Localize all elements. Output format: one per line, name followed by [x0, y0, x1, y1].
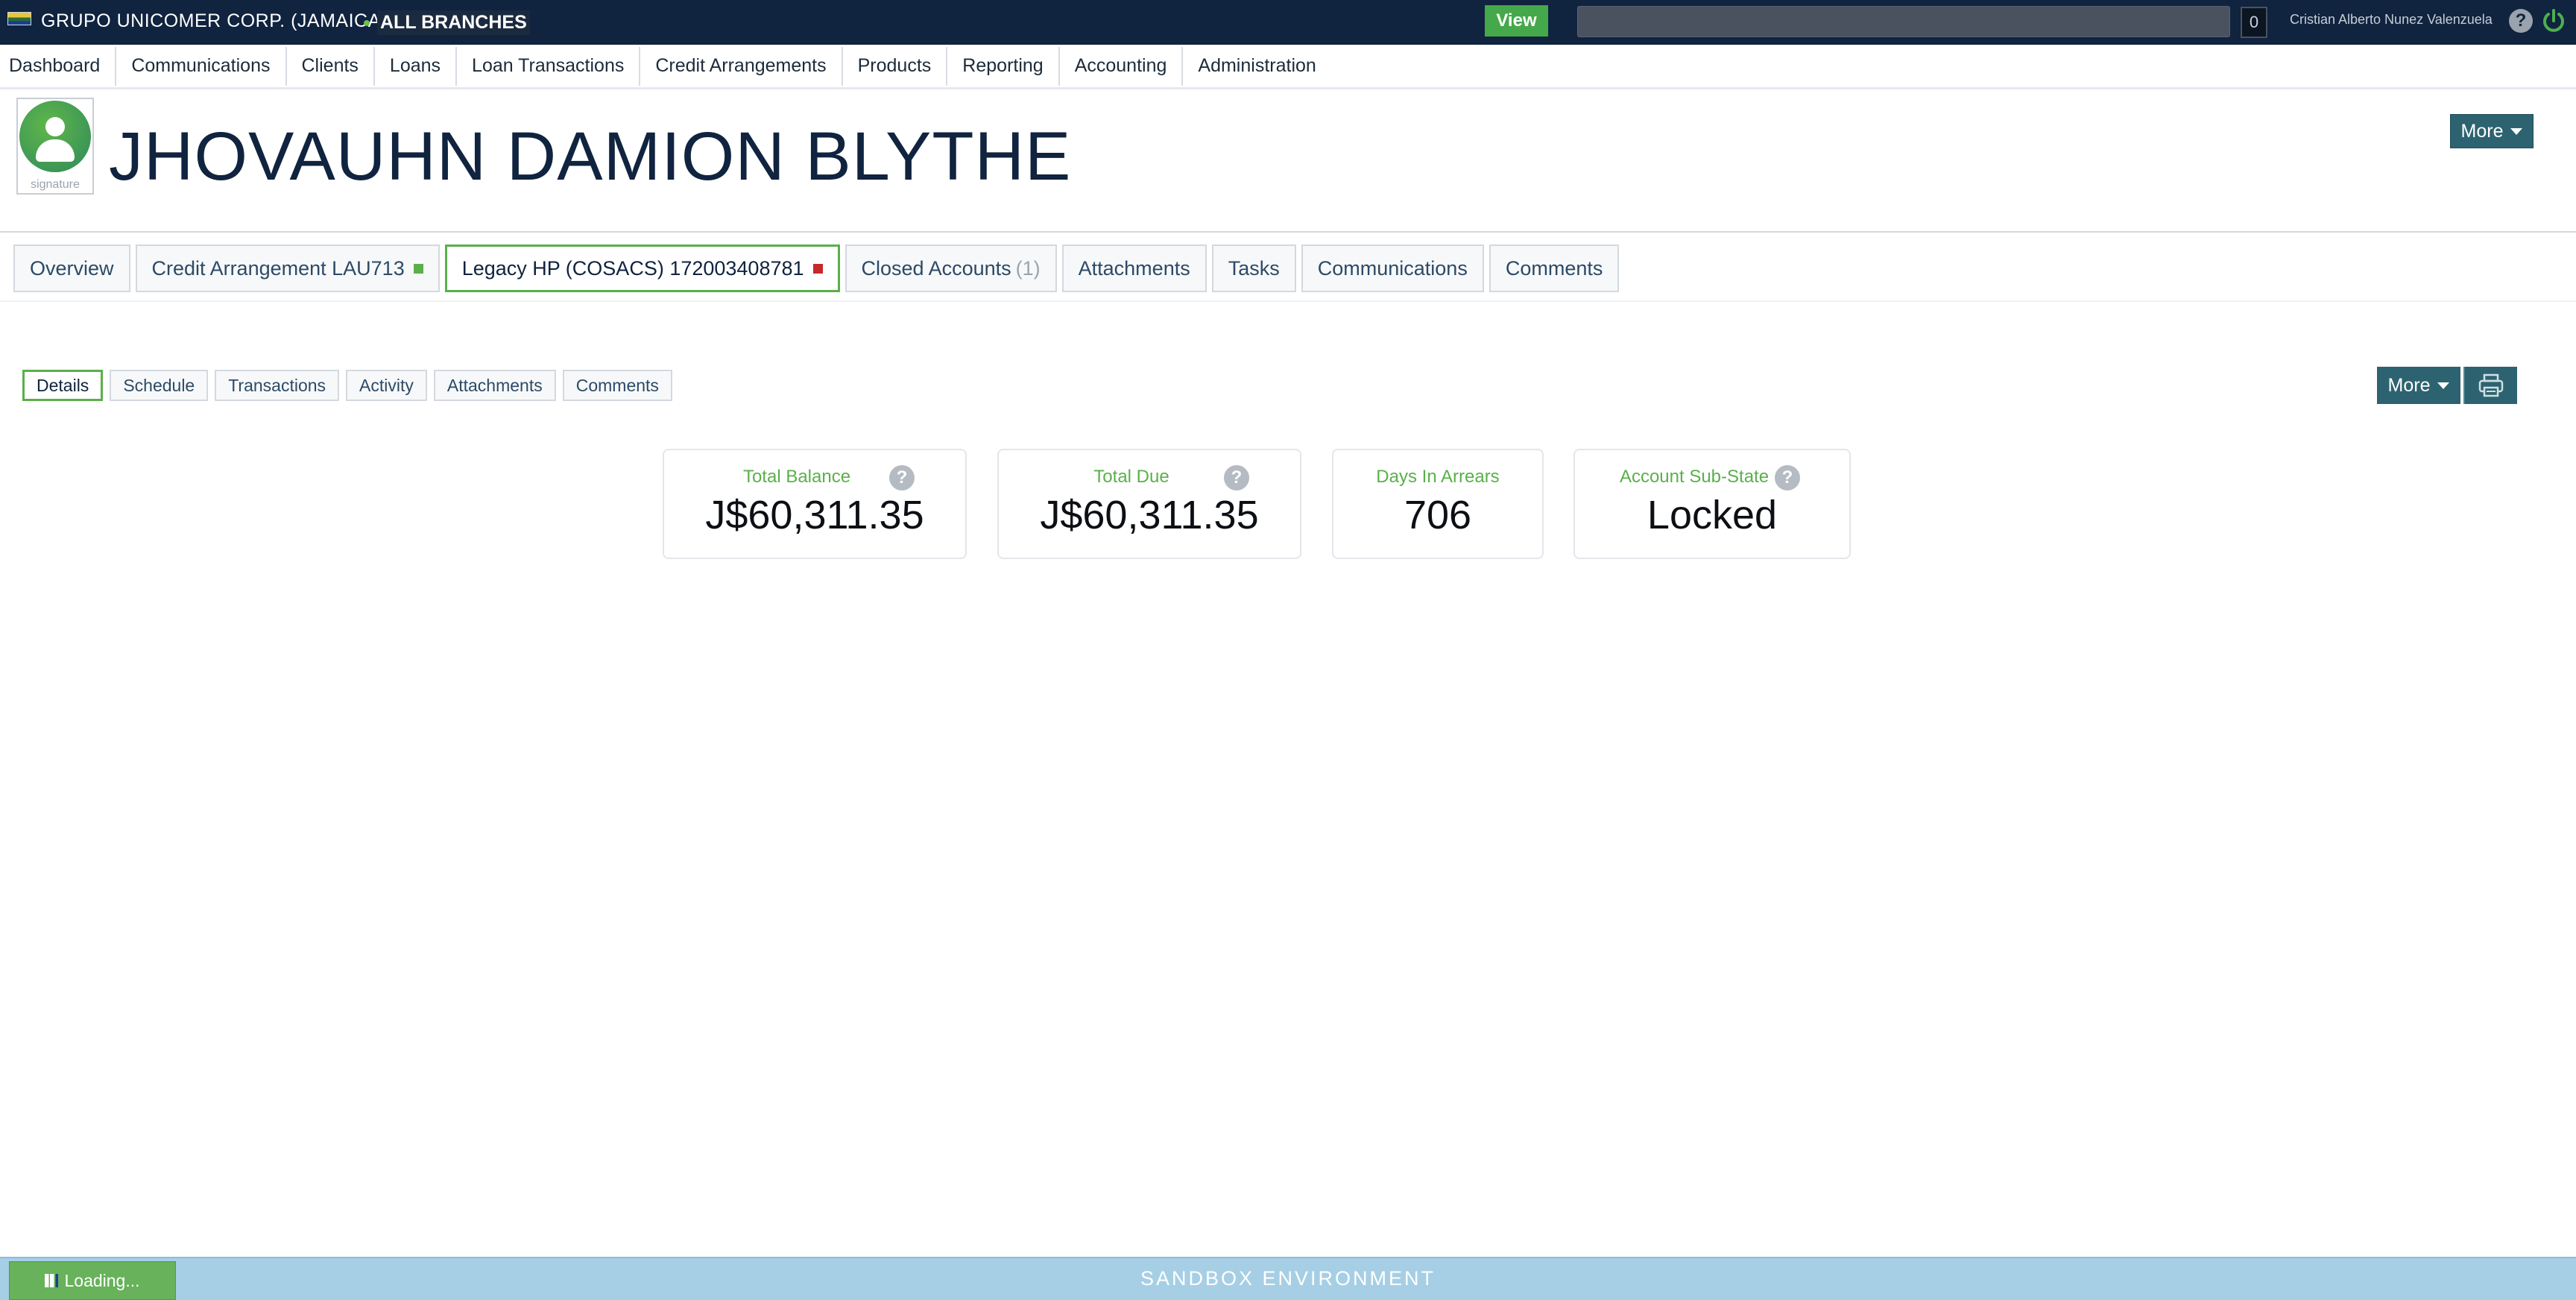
tab-communications-label: Communications: [1317, 256, 1468, 280]
notification-counter[interactable]: 0: [2241, 7, 2267, 38]
environment-banner: SANDBOX ENVIRONMENT: [0, 1257, 2576, 1300]
tab-tasks-label: Tasks: [1228, 256, 1280, 280]
country-flag-icon: [7, 12, 31, 25]
organization-name[interactable]: GRUPO UNICOMER CORP. (JAMAICA): [41, 10, 388, 32]
tab-attachments[interactable]: Attachments: [1061, 244, 1207, 292]
help-icon[interactable]: ?: [2509, 9, 2533, 33]
view-button[interactable]: View: [1485, 5, 1548, 37]
loading-label: Loading...: [64, 1270, 140, 1290]
chevron-down-icon: [2510, 127, 2523, 135]
power-icon[interactable]: [2540, 7, 2567, 34]
subtab-schedule[interactable]: Schedule: [110, 370, 209, 401]
print-button[interactable]: [2463, 367, 2517, 404]
nav-reporting[interactable]: Reporting: [947, 46, 1060, 86]
help-icon[interactable]: ?: [889, 465, 915, 490]
subtab-details[interactable]: Details: [22, 370, 104, 401]
account-more-button[interactable]: More: [2377, 367, 2460, 404]
page-title: JHOVAUHN DAMION BLYTHE: [109, 119, 1072, 195]
tab-legacy-hp[interactable]: Legacy HP (COSACS) 172003408781: [444, 244, 840, 292]
branch-status-dot-icon: [364, 19, 370, 26]
tab-tasks[interactable]: Tasks: [1211, 244, 1296, 292]
user-name-link[interactable]: Cristian Alberto Nunez Valenzuela: [2290, 12, 2493, 28]
printer-icon: [2478, 373, 2504, 397]
total-balance-value: J$60,311.35: [705, 493, 924, 537]
days-in-arrears-value: 706: [1404, 493, 1472, 537]
tab-legacy-hp-label: Legacy HP (COSACS) 172003408781: [461, 256, 804, 280]
global-search-input[interactable]: [1577, 6, 2230, 37]
nav-products[interactable]: Products: [843, 46, 948, 86]
tab-overview-label: Overview: [30, 256, 114, 280]
tab-credit-arrangement[interactable]: Credit Arrangement LAU713: [135, 244, 440, 292]
closed-accounts-count: (1): [1015, 256, 1041, 280]
branch-label: ALL BRANCHES: [377, 10, 530, 35]
tab-credit-arrangement-label: Credit Arrangement LAU713: [151, 256, 405, 280]
help-icon[interactable]: ?: [1775, 465, 1800, 490]
header-divider: [0, 231, 2576, 233]
tab-closed-accounts[interactable]: Closed Accounts (1): [845, 244, 1057, 292]
days-in-arrears-label: Days In Arrears: [1376, 467, 1500, 487]
nav-loan-transactions[interactable]: Loan Transactions: [457, 46, 641, 86]
avatar-caption: signature: [31, 178, 80, 191]
subtab-activity[interactable]: Activity: [346, 370, 427, 401]
total-balance-card: Total Balance ? J$60,311.35: [663, 449, 967, 559]
nav-accounting[interactable]: Accounting: [1060, 46, 1184, 86]
chevron-down-icon: [2437, 382, 2450, 389]
nav-communications[interactable]: Communications: [116, 46, 287, 86]
tab-comments-label: Comments: [1505, 256, 1603, 280]
tab-attachments-label: Attachments: [1078, 256, 1190, 280]
branch-selector[interactable]: ALL BRANCHES: [364, 10, 530, 35]
total-due-value: J$60,311.35: [1040, 493, 1259, 537]
tab-comments[interactable]: Comments: [1489, 244, 1620, 292]
tab-closed-accounts-label: Closed Accounts: [861, 256, 1011, 280]
nav-administration[interactable]: Administration: [1183, 47, 1330, 86]
account-more-label: More: [2387, 374, 2431, 396]
tabs-divider: [0, 300, 2576, 302]
tab-communications[interactable]: Communications: [1301, 244, 1484, 292]
subtab-transactions[interactable]: Transactions: [215, 370, 340, 401]
top-bar: GRUPO UNICOMER CORP. (JAMAICA) ALL BRANC…: [0, 0, 2576, 45]
nav-dashboard[interactable]: Dashboard: [0, 46, 117, 86]
nav-loans[interactable]: Loans: [375, 46, 458, 86]
nav-clients[interactable]: Clients: [287, 46, 375, 86]
subtab-attachments[interactable]: Attachments: [433, 370, 556, 401]
account-sub-state-value: Locked: [1647, 493, 1778, 537]
total-due-card: Total Due ? J$60,311.35: [997, 449, 1301, 559]
client-more-label: More: [2460, 120, 2504, 142]
account-subtabs: Details Schedule Transactions Activity A…: [22, 370, 672, 401]
user-avatar-icon: [19, 101, 91, 172]
account-sub-state-card: Account Sub-State ? Locked: [1573, 449, 1851, 559]
client-avatar[interactable]: signature: [16, 98, 94, 195]
status-closed-icon: [812, 263, 823, 274]
client-more-button[interactable]: More: [2450, 114, 2534, 148]
status-active-icon: [413, 263, 423, 274]
days-in-arrears-card: Days In Arrears 706: [1332, 449, 1544, 559]
tab-overview[interactable]: Overview: [13, 244, 130, 292]
environment-label: SANDBOX ENVIRONMENT: [1140, 1267, 1436, 1290]
client-tabs: Overview Credit Arrangement LAU713 Legac…: [13, 244, 1620, 292]
subtab-comments[interactable]: Comments: [562, 370, 672, 401]
loading-icon: [45, 1274, 59, 1287]
help-icon[interactable]: ?: [1224, 465, 1249, 490]
main-navigation: Dashboard Communications Clients Loans L…: [0, 45, 2576, 89]
nav-credit-arrangements[interactable]: Credit Arrangements: [640, 46, 843, 86]
loading-indicator: Loading...: [9, 1261, 176, 1300]
